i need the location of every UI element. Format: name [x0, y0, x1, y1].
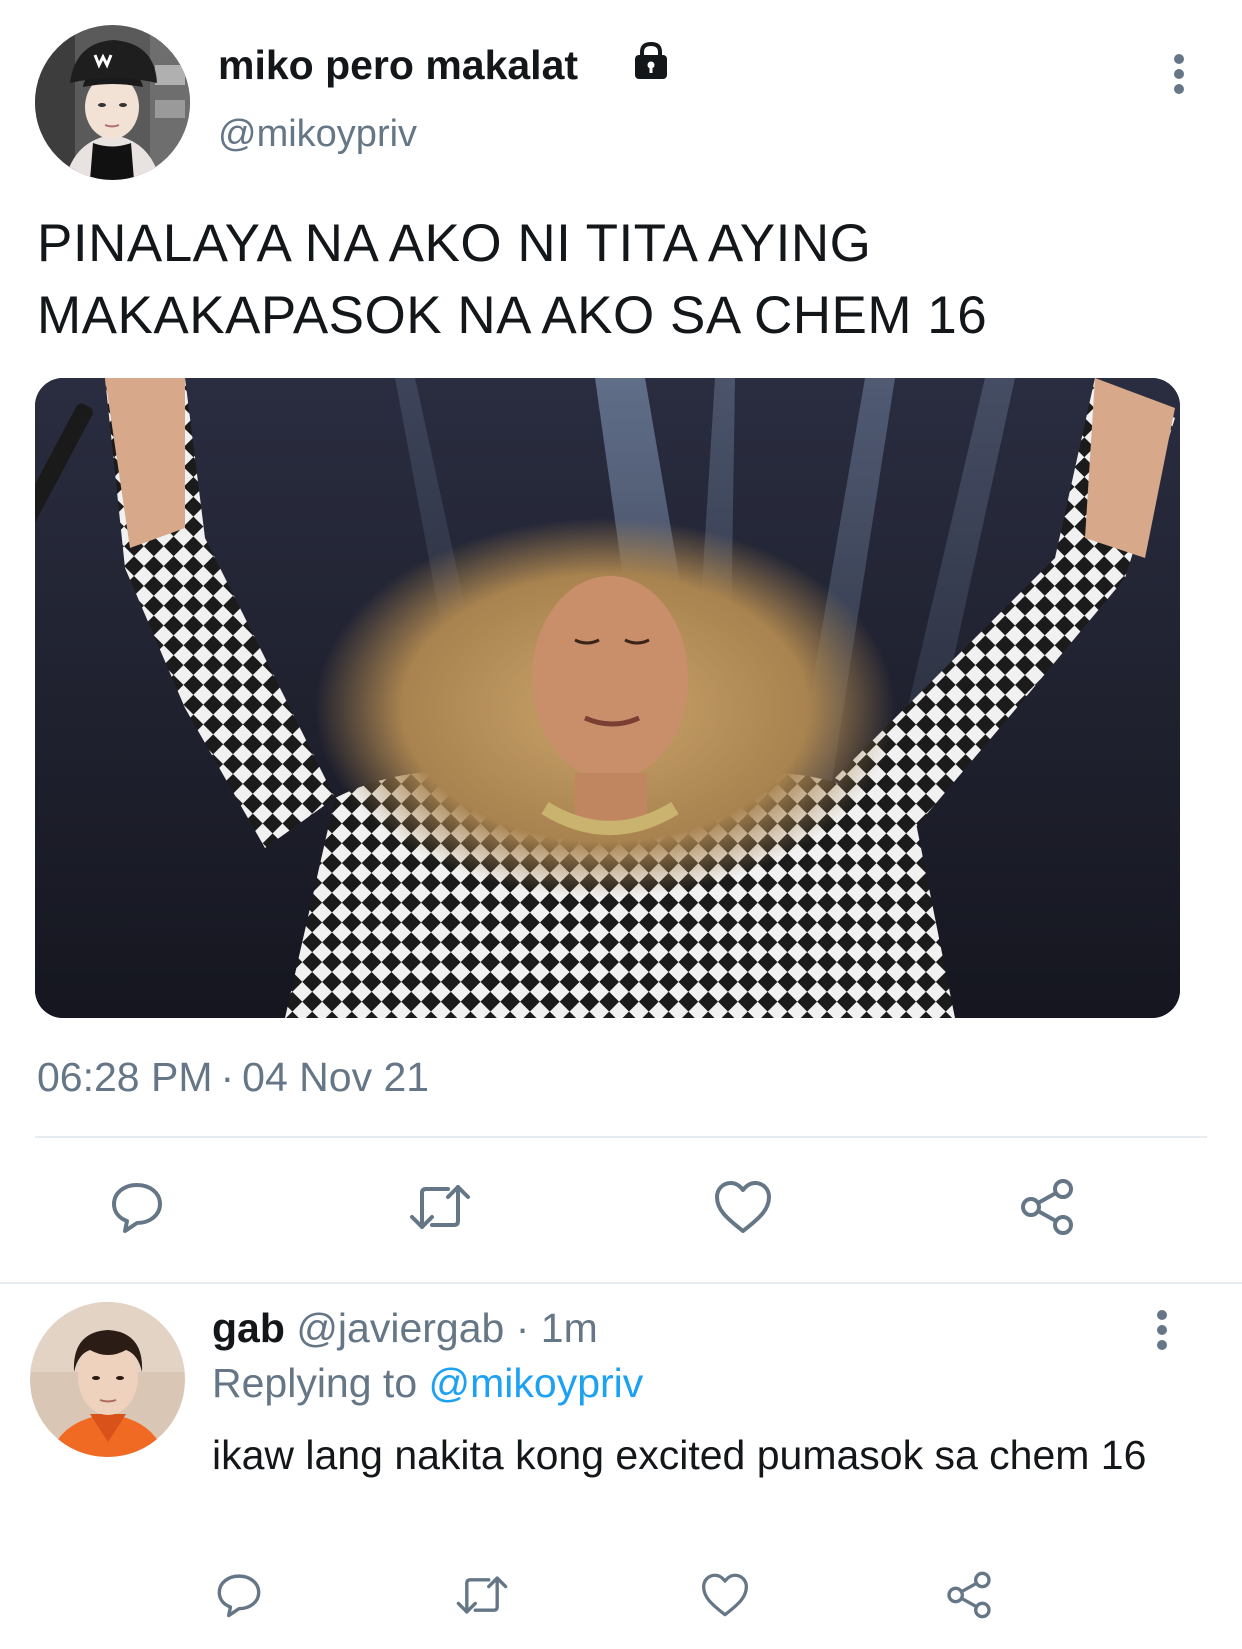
share-icon[interactable]: [1012, 1172, 1082, 1242]
retweet-icon[interactable]: [405, 1172, 475, 1242]
reply-action-bar: [0, 1560, 1242, 1630]
author-display-name[interactable]: miko pero makalat: [218, 42, 578, 89]
tweet-timestamp[interactable]: 06:28 PM · 04 Nov 21: [37, 1054, 429, 1101]
reply-more-options-icon[interactable]: [1148, 1308, 1176, 1352]
lock-icon: [630, 40, 672, 82]
reply-author-avatar[interactable]: [30, 1302, 185, 1457]
tweet-date: 04 Nov 21: [242, 1054, 430, 1100]
share-icon[interactable]: [934, 1560, 1004, 1630]
reply-age: 1m: [540, 1305, 598, 1351]
tweet-text: PINALAYA NA AKO NI TITA AYING MAKAKAPASO…: [37, 208, 1187, 352]
main-tweet: W miko pero makalat @mikoypriv PINALAYA …: [0, 0, 1242, 1284]
replying-to-mention[interactable]: @mikoypriv: [429, 1360, 644, 1406]
replying-to-label: Replying to: [212, 1360, 418, 1406]
reply-icon[interactable]: [102, 1172, 172, 1242]
tweet-media-image[interactable]: [35, 378, 1180, 1018]
like-icon[interactable]: [708, 1172, 778, 1242]
tweet-time: 06:28 PM: [37, 1054, 213, 1100]
reply-header: gab @javiergab · 1m: [212, 1305, 598, 1352]
tweet-text-line: PINALAYA NA AKO NI TITA AYING: [37, 214, 872, 273]
reply-text: ikaw lang nakita kong excited pumasok sa…: [212, 1432, 1147, 1478]
replying-to-line: Replying to @mikoypriv: [212, 1360, 643, 1407]
divider: [35, 1136, 1207, 1138]
tweet-text-line: MAKAKAPASOK NA AKO SA CHEM 16: [37, 286, 988, 345]
more-options-icon[interactable]: [1165, 52, 1193, 96]
retweet-icon[interactable]: [447, 1560, 517, 1630]
reply-display-name[interactable]: gab: [212, 1305, 285, 1351]
author-avatar[interactable]: W: [35, 25, 190, 180]
author-handle[interactable]: @mikoypriv: [218, 113, 417, 156]
reply-handle[interactable]: @javiergab: [296, 1305, 504, 1351]
tweet-action-bar: [0, 1172, 1242, 1242]
reply-separator: ·: [515, 1305, 530, 1351]
divider: [0, 1282, 1242, 1284]
reply-icon[interactable]: [204, 1560, 274, 1630]
like-icon[interactable]: [690, 1560, 760, 1630]
timestamp-separator: ·: [220, 1054, 235, 1100]
